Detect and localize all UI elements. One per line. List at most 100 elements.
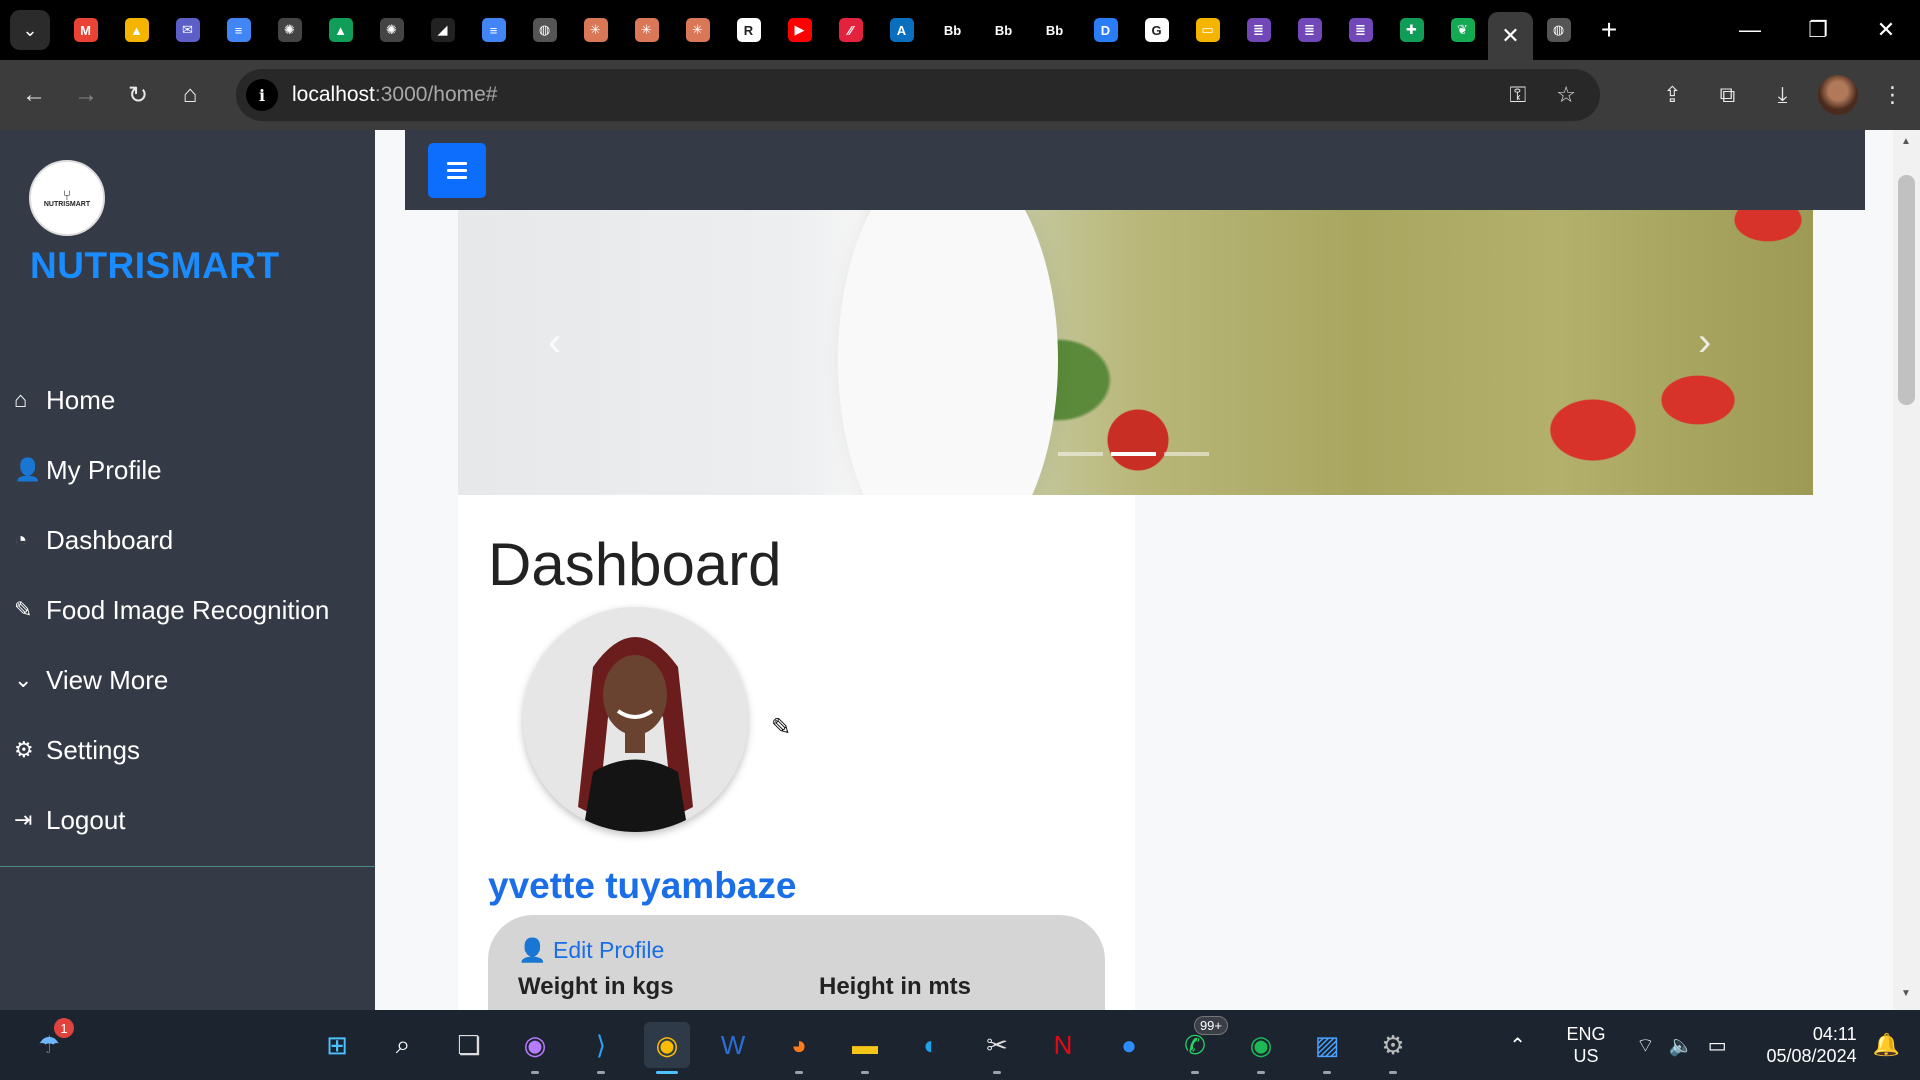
nutrismart-logo[interactable]: ⑂ NUTRISMART — [29, 160, 105, 236]
windows-start-icon[interactable]: ⊞ — [314, 1022, 360, 1068]
browser-menu-icon[interactable]: ⋮ — [1865, 60, 1920, 130]
new-tab-button[interactable]: + — [1584, 0, 1634, 60]
netflix-icon[interactable]: N — [1040, 1022, 1086, 1068]
wifi-icon[interactable]: ⌔ — [1636, 1033, 1655, 1058]
active-tab-close-button[interactable]: ✕ — [1488, 12, 1533, 60]
language-indicator[interactable]: ENG US — [1556, 1023, 1616, 1067]
sidebar-item-my-profile[interactable]: 👤 My Profile — [14, 435, 329, 505]
tab-globe-icon[interactable]: ◍ — [519, 0, 570, 60]
back-button[interactable]: ← — [8, 69, 60, 121]
github-desktop-icon[interactable]: ◉ — [512, 1022, 558, 1074]
extension-upload-icon[interactable]: ⇪ — [1645, 60, 1700, 130]
forward-button[interactable]: → — [60, 69, 112, 121]
sidebar-item-settings[interactable]: ⚙ Settings — [14, 715, 329, 785]
notification-bell-icon[interactable]: 🔔 — [1873, 1032, 1900, 1058]
sidebar-item-food-image-recognition[interactable]: ✎ Food Image Recognition — [14, 575, 329, 645]
tab-gmail-icon[interactable]: M — [60, 0, 111, 60]
claude-icon-3: ✳ — [685, 18, 710, 42]
tab-blackboard-icon-2[interactable]: Bb — [978, 0, 1029, 60]
tab-search-button[interactable]: ⌄ — [10, 10, 50, 50]
tab-chatgpt-icon-2[interactable]: ✺ — [366, 0, 417, 60]
file-explorer-icon[interactable]: ▬ — [842, 1022, 888, 1074]
url-text[interactable]: localhost:3000/home# — [292, 83, 498, 107]
word-icon[interactable]: W — [710, 1022, 756, 1068]
tab-google-drive-icon[interactable]: ▲ — [111, 0, 162, 60]
sidebar-item-home[interactable]: ⌂ Home — [14, 365, 329, 435]
edit-photo-pencil-icon[interactable]: ✎ — [771, 713, 791, 742]
photos-icon[interactable]: ▨ — [1304, 1022, 1350, 1074]
site-info-icon[interactable]: i — [246, 79, 278, 111]
tab-blackboard-icon-3[interactable]: Bb — [1029, 0, 1080, 60]
volume-icon[interactable]: 🔈 — [1669, 1033, 1694, 1058]
carousel-next-icon[interactable]: › — [1698, 320, 1711, 365]
tab-globe-icon[interactable]: ◍ — [1533, 0, 1584, 60]
tab-claude-icon-2[interactable]: ✳ — [621, 0, 672, 60]
tab-google-forms-icon-2[interactable]: ≣ — [1284, 0, 1335, 60]
settings-icon[interactable]: ⚙ — [1370, 1022, 1416, 1074]
edit-profile-link[interactable]: 👤 Edit Profile — [518, 937, 664, 964]
tab-youtube-icon[interactable]: ▶ — [774, 0, 825, 60]
brand-title[interactable]: NUTRISMART — [30, 245, 280, 287]
tab-google-forms-icon-3[interactable]: ≣ — [1335, 0, 1386, 60]
carousel-prev-icon[interactable]: ‹ — [548, 320, 561, 365]
scroll-down-arrow-icon[interactable]: ▼ — [1901, 988, 1911, 999]
tab-google-sheets-icon[interactable]: ✚ — [1386, 0, 1437, 60]
language-text: ENG — [1566, 1024, 1606, 1044]
edge-icon[interactable]: ◐ — [908, 1022, 954, 1068]
tab-r6-icon[interactable]: R — [723, 0, 774, 60]
tab-mail-app-icon[interactable]: ✉ — [162, 0, 213, 60]
chrome-icon[interactable]: ◉ — [644, 1022, 690, 1074]
zoom-icon[interactable]: ● — [1106, 1022, 1152, 1068]
scroll-thumb[interactable] — [1898, 175, 1915, 405]
task-view-icon[interactable]: ❏ — [446, 1022, 492, 1068]
firefox-icon[interactable]: ◕ — [776, 1022, 822, 1074]
sidebar-item-view-more[interactable]: ⌄ View More — [14, 645, 329, 715]
password-key-icon[interactable]: ⚿ — [1510, 82, 1527, 108]
battery-icon[interactable]: ▭ — [1708, 1033, 1727, 1058]
vscode-icon[interactable]: ⟩ — [578, 1022, 624, 1074]
youtube-icon: ▶ — [787, 18, 812, 42]
close-window-button[interactable]: ✕ — [1852, 0, 1920, 60]
page-scrollbar[interactable]: ▲ ▼ — [1893, 130, 1920, 1010]
tab-app-a-icon[interactable]: A — [876, 0, 927, 60]
sidebar-item-logout[interactable]: ⇥ Logout — [14, 785, 329, 855]
snipping-tool-icon[interactable]: ✂ — [974, 1022, 1020, 1074]
carousel-indicator-2[interactable] — [1111, 452, 1156, 456]
tab-chatgpt-icon[interactable]: ✺ — [264, 0, 315, 60]
tab-blackboard-icon[interactable]: Bb — [927, 0, 978, 60]
sidebar-item-dashboard[interactable]: ◔ Dashboard — [14, 505, 329, 575]
carousel-indicator-3[interactable] — [1164, 452, 1209, 456]
spotify-icon[interactable]: ◉ — [1238, 1022, 1284, 1074]
tab-google-slides-icon[interactable]: ▭ — [1182, 0, 1233, 60]
reload-button[interactable]: ↻ — [112, 69, 164, 121]
tab-google-icon[interactable]: G — [1131, 0, 1182, 60]
restore-button[interactable]: ❐ — [1784, 0, 1852, 60]
minimize-button[interactable]: — — [1716, 0, 1784, 60]
tab-google-docs-icon[interactable]: ≡ — [213, 0, 264, 60]
profile-avatar[interactable] — [1810, 60, 1865, 130]
carousel-indicator-1[interactable] — [1058, 452, 1103, 456]
home-button[interactable]: ⌂ — [164, 69, 216, 121]
clock-time: 04:11 — [1812, 1024, 1857, 1044]
tab-mongodb-icon[interactable]: ❦ — [1437, 0, 1488, 60]
extensions-puzzle-icon[interactable]: ⧉ — [1700, 60, 1755, 130]
menu-toggle-button[interactable] — [428, 143, 486, 198]
tab-google-docs-icon-2[interactable]: ≡ — [468, 0, 519, 60]
chevron-up-icon[interactable]: ⌃ — [1509, 1033, 1526, 1058]
system-tray: ⌃ ENG US ⌔ 🔈 ▭ 04:11 05/08/2024 🔔 — [1509, 1010, 1920, 1080]
tab-stripe-icon[interactable]: ⁄⁄ — [825, 0, 876, 60]
bookmark-star-icon[interactable]: ☆ — [1556, 82, 1576, 108]
tab-dropbox-icon[interactable]: D — [1080, 0, 1131, 60]
clock[interactable]: 04:11 05/08/2024 — [1757, 1023, 1857, 1067]
scroll-up-arrow-icon[interactable]: ▲ — [1901, 136, 1911, 147]
whatsapp-icon[interactable]: ✆ 99+ — [1172, 1016, 1228, 1074]
tab-claude-icon[interactable]: ✳ — [570, 0, 621, 60]
tab-google-forms-icon[interactable]: ≣ — [1233, 0, 1284, 60]
search-icon[interactable]: ⌕ — [380, 1022, 426, 1068]
address-bar[interactable]: i localhost:3000/home# ⚿ ☆ — [236, 69, 1600, 121]
weather-widget-icon[interactable]: ☂ 1 — [26, 1018, 74, 1068]
tab-claude-icon-3[interactable]: ✳ — [672, 0, 723, 60]
downloads-icon[interactable]: ⤓ — [1755, 60, 1810, 130]
tab-google-drive-icon-2[interactable]: ▲ — [315, 0, 366, 60]
tab-app-icon[interactable]: ◢ — [417, 0, 468, 60]
